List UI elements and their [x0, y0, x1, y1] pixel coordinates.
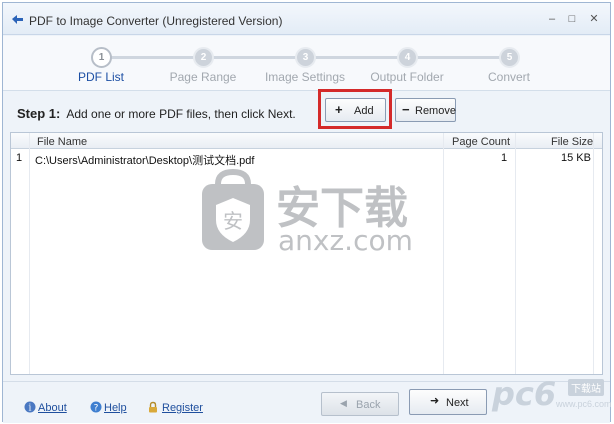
column-divider — [515, 133, 516, 374]
app-logo-icon — [12, 15, 23, 24]
step-3-label: Image Settings — [264, 70, 346, 84]
pdf-file-list[interactable]: File Name Page Count File Size 1 C:\User… — [10, 132, 603, 375]
column-divider — [29, 133, 30, 374]
maximize-button[interactable]: □ — [564, 11, 580, 27]
svg-text:?: ? — [94, 404, 99, 414]
svg-text:i: i — [29, 404, 32, 414]
step-4-label: Output Folder — [370, 70, 444, 84]
step-instruction: Step 1: Add one or more PDF files, then c… — [17, 106, 296, 121]
next-button-label: Next — [446, 397, 469, 409]
step-connector — [213, 56, 297, 59]
column-header-file-size[interactable]: File Size — [551, 136, 593, 148]
step-connector — [111, 56, 195, 59]
back-arrow-icon: ◀ — [340, 398, 347, 408]
minimize-button[interactable]: – — [544, 11, 560, 27]
add-button[interactable]: + Add — [325, 98, 386, 122]
column-divider — [593, 133, 594, 374]
step-instruction-text: Add one or more PDF files, then click Ne… — [66, 107, 296, 121]
column-divider — [443, 133, 444, 374]
back-button[interactable]: ◀ Back — [321, 392, 399, 416]
step-1-label: PDF List — [77, 70, 124, 84]
register-link[interactable]: Register — [162, 402, 203, 414]
row-page-count: 1 — [501, 152, 508, 164]
row-file-size: 15 KB — [561, 152, 591, 164]
lock-icon — [149, 401, 157, 413]
wizard-steps: 1 2 3 4 5 PDF List Page Range Image Sett… — [3, 36, 610, 91]
step-2-label: Page Range — [169, 70, 237, 84]
info-icon: i — [24, 401, 36, 413]
footer-bar: i About ? Help Register ◀ Back ➜ Next — [3, 381, 610, 423]
step-toolbar: Step 1: Add one or more PDF files, then c… — [3, 92, 610, 132]
step-5-label: Convert — [487, 70, 531, 84]
step-1-indicator: 1 — [91, 47, 112, 68]
close-button[interactable]: ✕ — [586, 11, 602, 27]
step-connector — [315, 56, 399, 59]
step-title: Step 1: — [17, 106, 61, 121]
next-button[interactable]: ➜ Next — [409, 389, 487, 415]
app-window: PDF to Image Converter (Unregistered Ver… — [2, 2, 611, 423]
back-button-label: Back — [356, 399, 381, 411]
remove-button-label: Remove — [415, 105, 456, 117]
table-header: File Name Page Count File Size — [11, 133, 602, 149]
row-file-name: C:\Users\Administrator\Desktop\测试文档.pdf — [35, 155, 255, 167]
next-arrow-icon: ➜ — [430, 395, 440, 407]
remove-button[interactable]: − Remove — [395, 98, 456, 122]
add-button-label: Add — [354, 105, 374, 117]
about-link[interactable]: About — [38, 402, 67, 414]
step-2-indicator: 2 — [193, 47, 214, 68]
help-icon: ? — [90, 401, 102, 413]
table-row[interactable]: 1 C:\Users\Administrator\Desktop\测试文档.pd… — [11, 150, 602, 167]
step-5-indicator: 5 — [499, 47, 520, 68]
column-header-page-count[interactable]: Page Count — [452, 136, 510, 148]
step-3-indicator: 3 — [295, 47, 316, 68]
step-4-indicator: 4 — [397, 47, 418, 68]
help-link[interactable]: Help — [104, 402, 127, 414]
title-bar[interactable]: PDF to Image Converter (Unregistered Ver… — [3, 3, 610, 35]
row-index: 1 — [16, 152, 23, 164]
minus-icon: − — [402, 102, 410, 117]
step-connector — [417, 56, 501, 59]
window-title: PDF to Image Converter (Unregistered Ver… — [29, 14, 283, 28]
plus-icon: + — [335, 102, 343, 117]
column-header-file-name[interactable]: File Name — [37, 136, 87, 148]
